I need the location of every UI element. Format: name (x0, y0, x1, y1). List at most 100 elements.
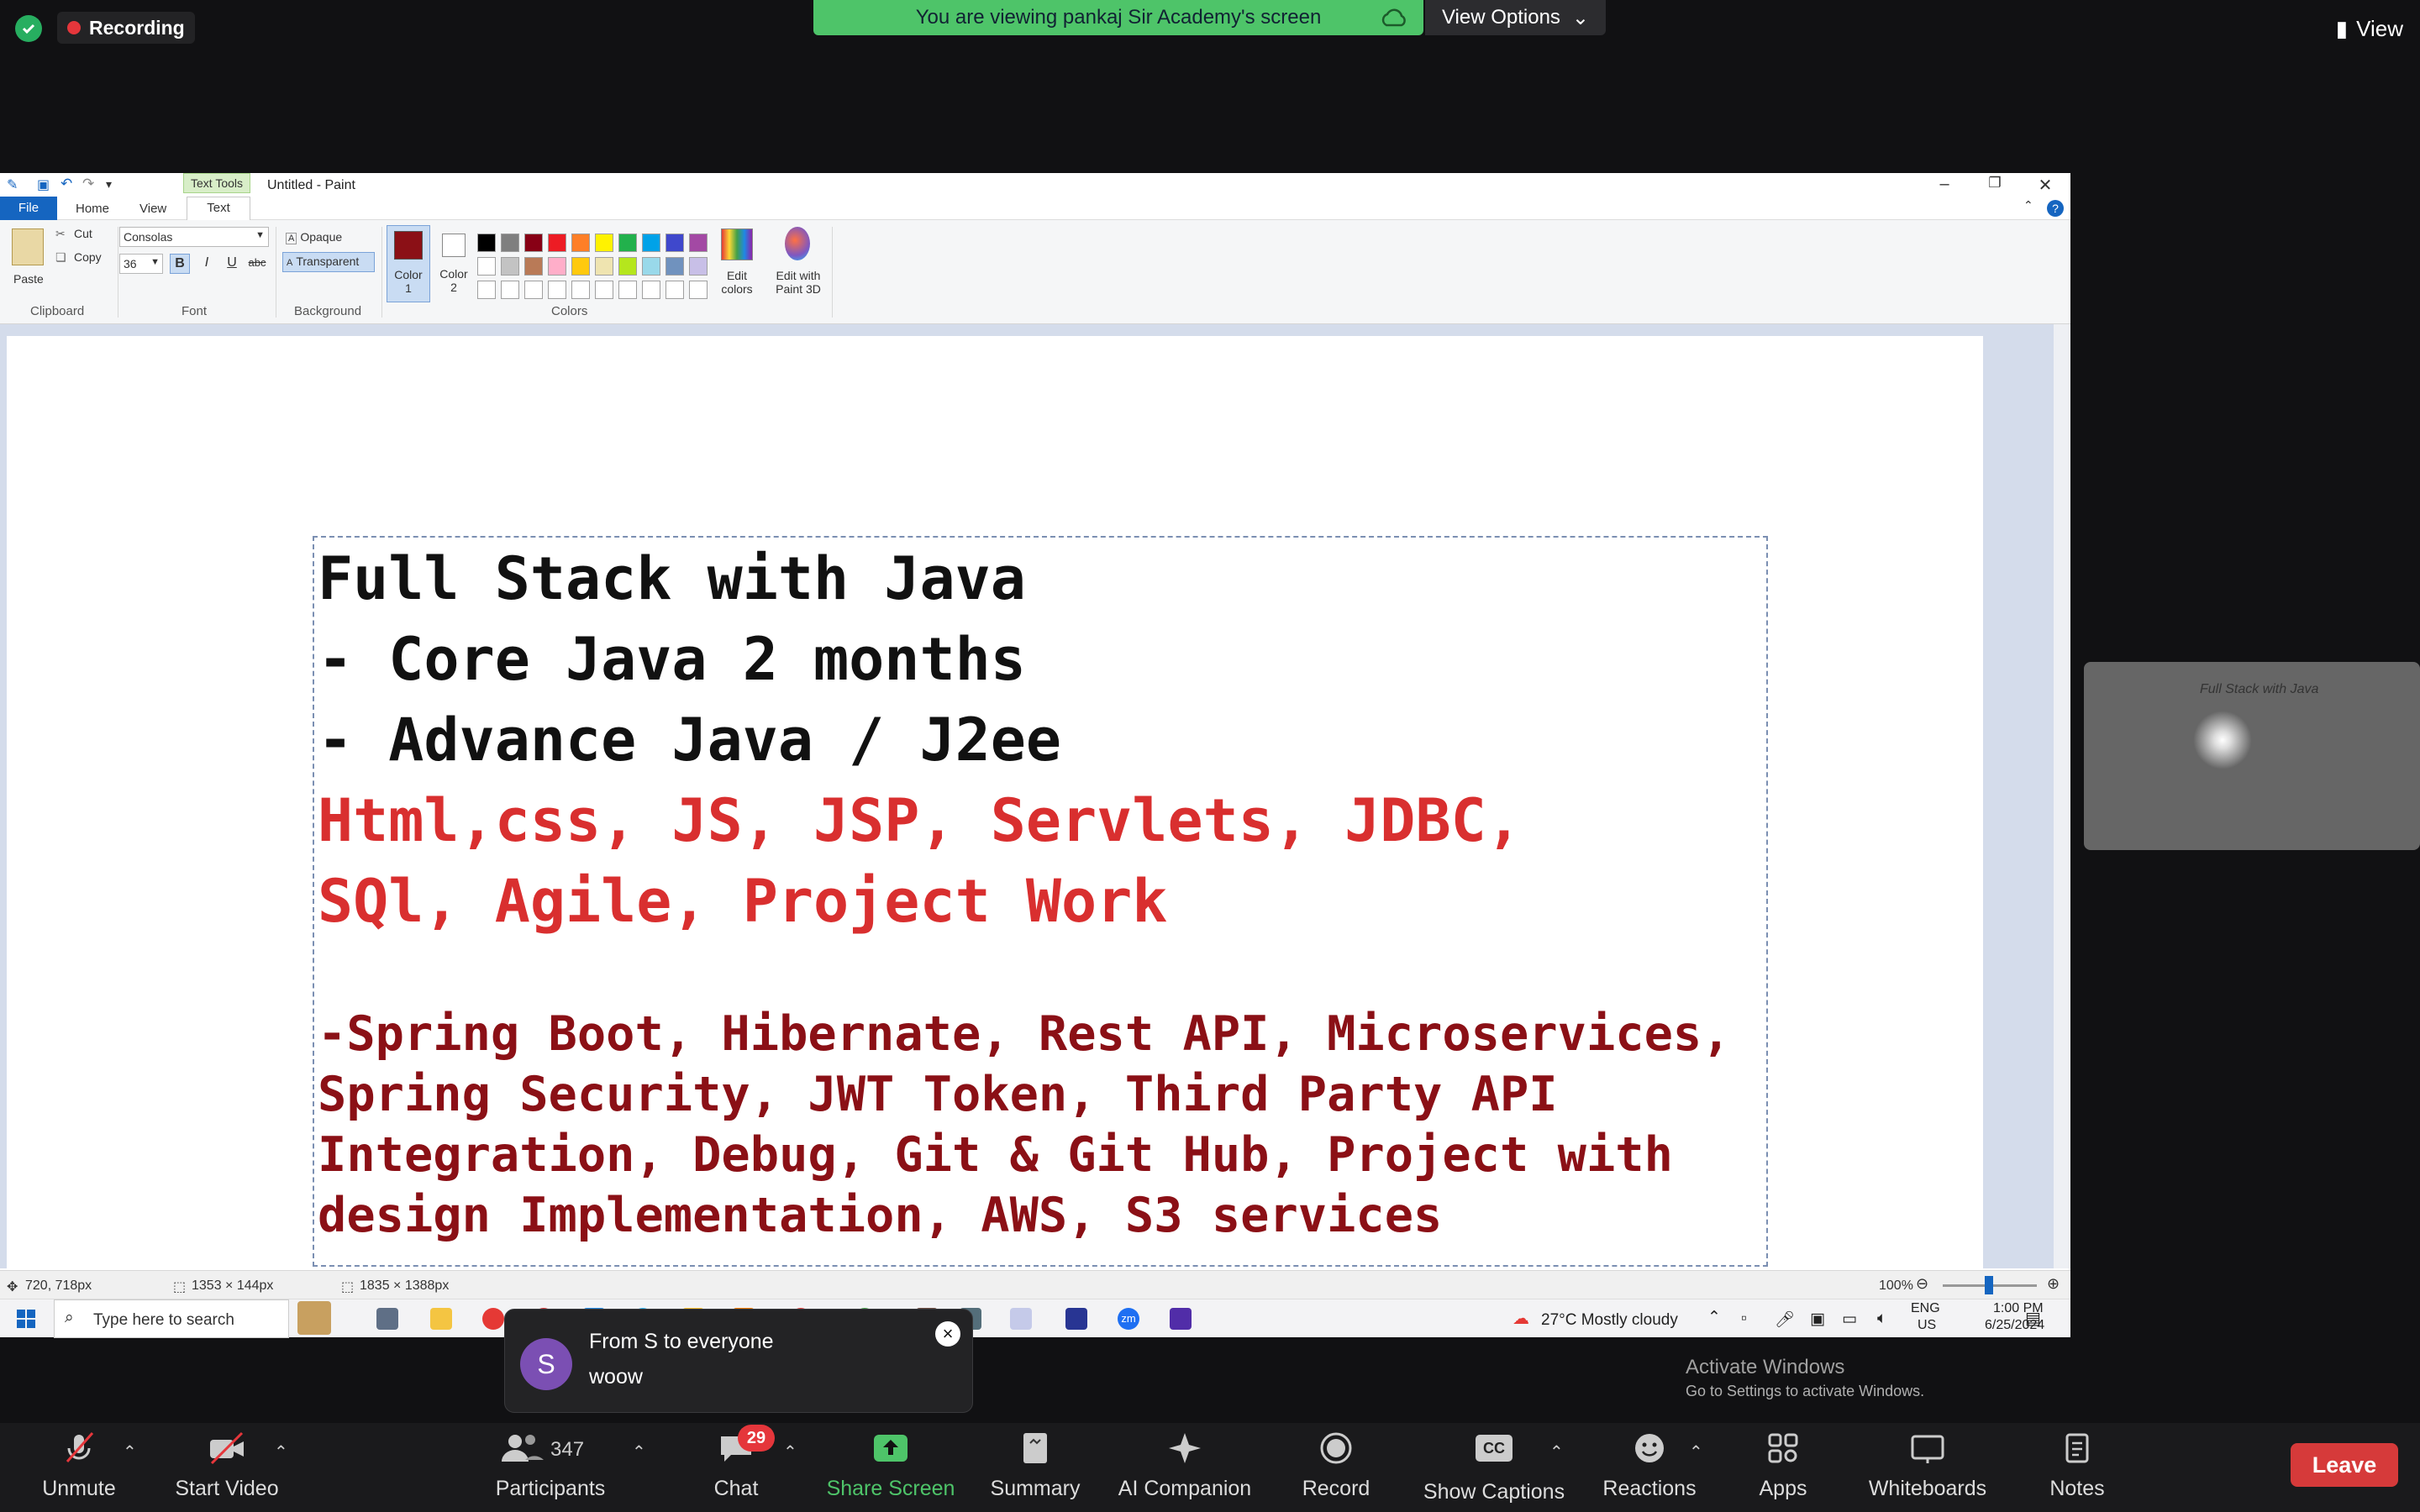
underline-button[interactable]: U (222, 254, 242, 274)
share-screen-button[interactable]: Share Screen (823, 1431, 958, 1501)
edit-with-paint3d-button[interactable]: Edit with Paint 3D (766, 269, 830, 296)
minimize-icon[interactable]: – (1919, 175, 1970, 195)
palette-swatch[interactable] (571, 234, 590, 252)
strikethrough-button[interactable]: abc (247, 254, 267, 274)
palette-swatch[interactable] (524, 257, 543, 276)
redo-icon[interactable]: ↷ (82, 176, 94, 192)
reactions-chevron-icon[interactable]: ⌃ (1689, 1441, 1703, 1462)
cut-button[interactable]: Cut (74, 227, 92, 240)
palette-swatch[interactable] (571, 257, 590, 276)
leave-button[interactable]: Leave (2291, 1443, 2398, 1487)
palette-swatch[interactable] (595, 257, 613, 276)
intellij-icon[interactable] (1170, 1308, 1192, 1330)
chat-chevron-icon[interactable]: ⌃ (783, 1441, 797, 1462)
palette-swatch[interactable] (666, 281, 684, 299)
microphone-icon[interactable]: 🎤︎ (1775, 1310, 1795, 1330)
italic-button[interactable]: I (197, 254, 217, 274)
notes-button[interactable]: Notes (2037, 1431, 2118, 1501)
copy-icon[interactable]: ❏ (55, 250, 66, 265)
help-icon[interactable]: ? (2047, 200, 2064, 217)
task-view-icon[interactable] (376, 1308, 398, 1330)
palette-swatch[interactable] (689, 281, 708, 299)
taskbar-search-box[interactable]: ⌕ Type here to search (54, 1299, 289, 1338)
windows-start-icon[interactable] (17, 1310, 35, 1328)
close-icon[interactable]: ✕ (2020, 175, 2070, 195)
palette-swatch[interactable] (642, 257, 660, 276)
palette-swatch[interactable] (642, 281, 660, 299)
tray-chevron-up-icon[interactable]: ⌃ (1707, 1308, 1721, 1327)
tab-home[interactable]: Home (76, 202, 109, 216)
unmute-button[interactable]: Unmute (37, 1431, 121, 1501)
cut-icon[interactable]: ✂ (55, 227, 66, 241)
close-icon[interactable]: × (935, 1321, 960, 1347)
tab-view[interactable]: View (139, 202, 166, 216)
edit-colors-button[interactable]: Edit colors (716, 269, 758, 296)
participants-button[interactable]: 347 Participants (487, 1431, 613, 1501)
palette-swatch[interactable] (666, 257, 684, 276)
whiteboards-button[interactable]: Whiteboards (1860, 1431, 1995, 1501)
view-options-button[interactable]: View Options ⌄ (1425, 0, 1606, 35)
vertical-scrollbar[interactable] (2054, 324, 2070, 1268)
volume-icon[interactable]: 🔈︎ (1877, 1310, 1886, 1328)
opaque-button[interactable]: A Opaque (282, 228, 345, 245)
captions-chevron-icon[interactable]: ⌃ (1549, 1441, 1564, 1462)
zoom-slider[interactable] (1943, 1276, 2037, 1294)
search-highlight-icon[interactable] (297, 1301, 331, 1335)
zoom-out-icon[interactable]: ⊖ (1916, 1275, 1928, 1293)
zoom-app-icon[interactable]: zm (1118, 1308, 1139, 1330)
record-button[interactable]: Record (1294, 1431, 1378, 1501)
undo-icon[interactable]: ↶ (60, 176, 72, 192)
participants-chevron-icon[interactable]: ⌃ (632, 1441, 646, 1462)
save-icon[interactable]: ▣ (37, 176, 50, 193)
palette-swatch[interactable] (501, 234, 519, 252)
weather-text[interactable]: 27°C Mostly cloudy (1541, 1311, 1678, 1330)
palette-swatch[interactable] (548, 281, 566, 299)
vscode-icon[interactable] (1065, 1308, 1087, 1330)
video-options-chevron-icon[interactable]: ⌃ (274, 1441, 288, 1462)
palette-swatch[interactable] (618, 281, 637, 299)
palette-swatch[interactable] (618, 234, 637, 252)
palette-swatch[interactable] (666, 234, 684, 252)
participant-video-thumbnail[interactable]: Full Stack with Java (2084, 662, 2420, 850)
show-captions-button[interactable]: CC Show Captions (1420, 1431, 1568, 1504)
palette-swatch[interactable] (477, 281, 496, 299)
paint3d-icon[interactable] (785, 227, 810, 260)
text-box[interactable]: Full Stack with Java - Core Java 2 month… (313, 536, 1768, 1267)
paint-taskbar-icon[interactable] (1010, 1308, 1032, 1330)
security-shield-icon[interactable] (15, 15, 42, 42)
ribbon-collapse-icon[interactable]: ⌃ (2023, 198, 2033, 213)
palette-swatch[interactable] (595, 281, 613, 299)
opera-icon[interactable] (482, 1308, 504, 1330)
palette-swatch[interactable] (477, 234, 496, 252)
zoom-slider-thumb[interactable] (1985, 1276, 1993, 1294)
edit-colors-icon[interactable] (721, 228, 753, 260)
font-size-select[interactable]: 36 ▼ (119, 254, 163, 274)
palette-swatch[interactable] (689, 234, 708, 252)
palette-swatch[interactable] (689, 257, 708, 276)
palette-swatch[interactable] (501, 281, 519, 299)
chat-button[interactable]: 29 Chat (702, 1425, 775, 1501)
bold-button[interactable]: B (170, 254, 190, 274)
zoom-in-icon[interactable]: ⊕ (2047, 1275, 2060, 1293)
apps-button[interactable]: Apps (1743, 1431, 1823, 1501)
notifications-icon[interactable]: ▤ (2025, 1308, 2041, 1329)
palette-swatch[interactable] (642, 234, 660, 252)
tray-app-icon[interactable]: ▫ (1741, 1310, 1747, 1328)
file-explorer-icon[interactable] (430, 1308, 452, 1330)
reactions-button[interactable]: Reactions (1597, 1431, 1702, 1501)
drawing-canvas[interactable]: Full Stack with Java - Core Java 2 month… (7, 336, 1983, 1399)
ai-companion-button[interactable]: AI Companion (1109, 1431, 1260, 1501)
palette-swatch[interactable] (524, 281, 543, 299)
palette-swatch[interactable] (548, 234, 566, 252)
font-family-select[interactable]: Consolas ▼ (119, 227, 269, 247)
palette-swatch[interactable] (524, 234, 543, 252)
color2-button[interactable]: Color 2 (435, 225, 472, 302)
start-video-button[interactable]: Start Video (168, 1431, 286, 1501)
color1-button[interactable]: Color 1 (387, 225, 430, 302)
network-icon[interactable]: ▭ (1842, 1310, 1857, 1329)
language-region[interactable]: US (1918, 1318, 1936, 1333)
camera-icon[interactable]: ▣ (1810, 1310, 1825, 1329)
recording-indicator[interactable]: Recording (57, 12, 195, 44)
transparent-button[interactable]: A Transparent (282, 252, 375, 272)
quick-access-dropdown-icon[interactable]: ▾ (106, 177, 112, 192)
